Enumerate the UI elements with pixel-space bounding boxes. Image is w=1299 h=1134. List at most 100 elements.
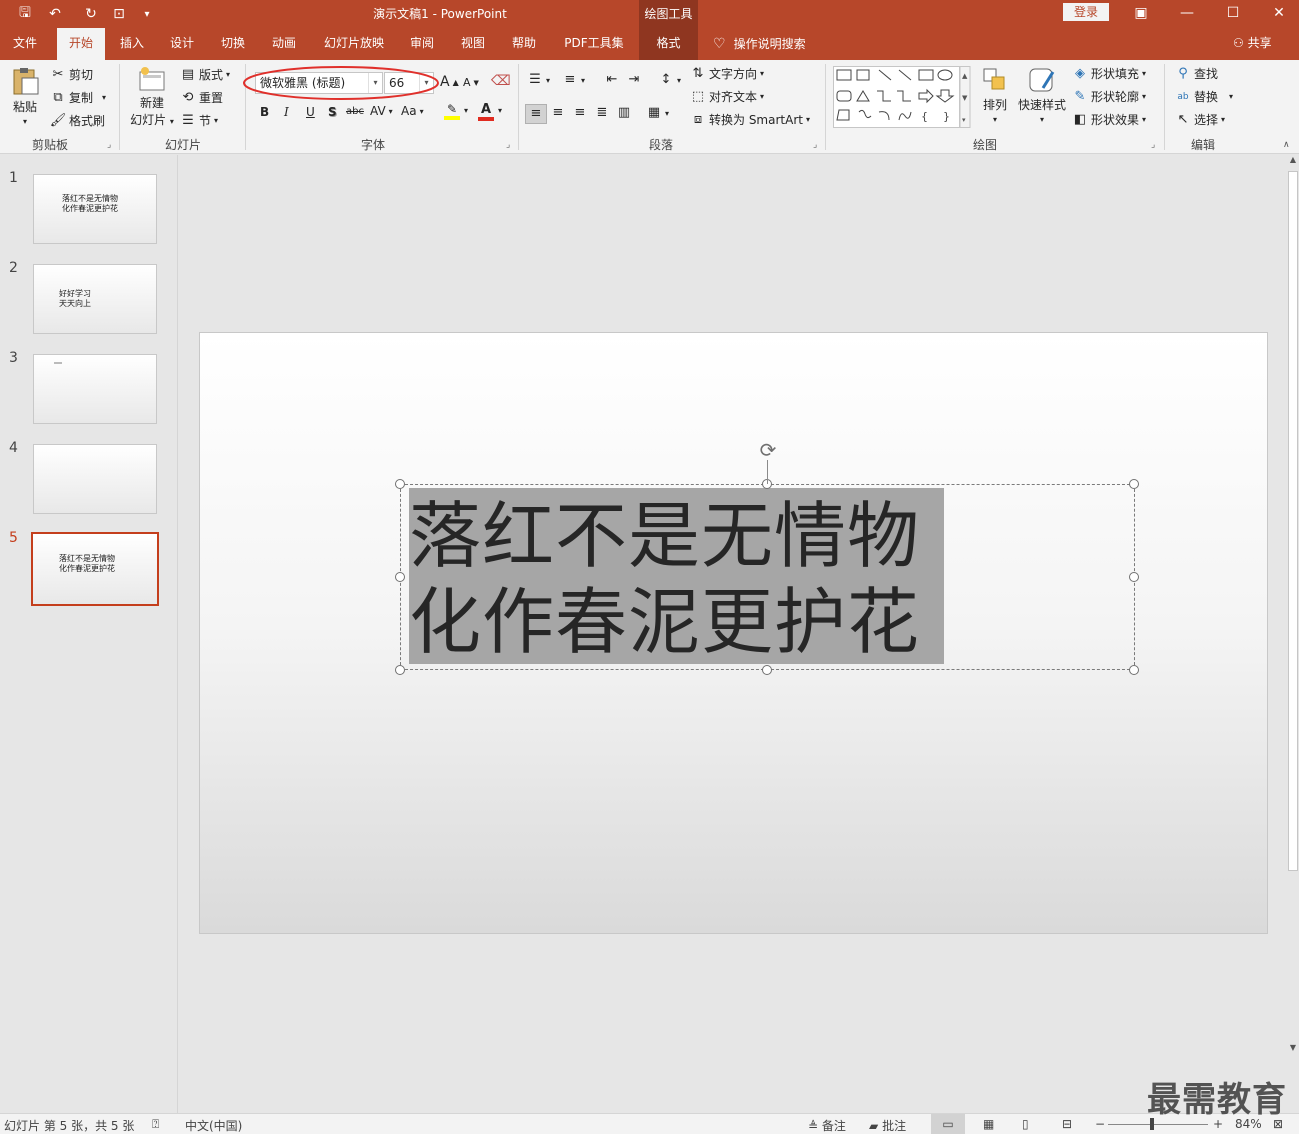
slide-text-line[interactable]: 化作春泥更护花 [409, 578, 920, 666]
format-painter-button[interactable]: 🖌 格式刷 [50, 112, 105, 129]
change-case-button[interactable]: Aa ▾ [401, 104, 424, 118]
arrange-button[interactable]: 排列 ▾ [978, 66, 1012, 124]
quick-styles-button[interactable]: 快速样式 ▾ [1016, 66, 1068, 124]
tab-insert[interactable]: 插入 [112, 28, 152, 60]
person-icon: ⚇ [1233, 36, 1244, 50]
layout-label: 版式 [199, 68, 224, 82]
tab-pdf-tools[interactable]: PDF工具集 [556, 28, 632, 60]
login-button[interactable]: 登录 [1063, 3, 1109, 21]
notes-button[interactable]: ≜ 备注 [808, 1117, 846, 1134]
new-slide-button[interactable]: 新建 幻灯片 ▾ [128, 66, 176, 128]
shrink-font-button[interactable]: A ▼ [463, 76, 479, 89]
align-text-button[interactable]: ⬚ 对齐文本 ▾ [690, 88, 764, 105]
shapes-gallery[interactable]: {} ▲ ▼ ▾ [833, 66, 971, 128]
resize-handle[interactable] [395, 479, 405, 489]
bold-button[interactable]: B [260, 105, 269, 119]
clipboard-launcher-icon[interactable]: ⌟ [107, 140, 111, 150]
resize-handle[interactable] [395, 572, 405, 582]
slide-thumbnail-5[interactable]: 落红不是无情物 化作春泥更护花 [31, 532, 159, 606]
underline-button[interactable]: U [306, 105, 315, 119]
tab-home[interactable]: 开始 [57, 28, 105, 60]
zoom-out-icon[interactable]: − [1095, 1117, 1105, 1131]
collapse-ribbon-icon[interactable]: ∧ [1283, 140, 1290, 150]
tab-format[interactable]: 格式 [639, 28, 698, 60]
tab-transitions[interactable]: 切换 [213, 28, 253, 60]
resize-handle[interactable] [1129, 665, 1139, 675]
tab-slideshow[interactable]: 幻灯片放映 [316, 28, 392, 60]
scroll-down-icon[interactable]: ▼ [1287, 1043, 1299, 1057]
comments-button[interactable]: ▰ 批注 [869, 1117, 906, 1134]
zoom-slider-track[interactable] [1108, 1124, 1208, 1125]
highlight-dropdown-icon[interactable]: ▾ [464, 106, 468, 115]
distributed-button[interactable]: ▥ [616, 105, 632, 121]
rotate-handle-icon[interactable]: ⟳ [756, 438, 780, 462]
copy-button[interactable]: ⧉ 复制 ▾ [50, 89, 106, 106]
grow-font-button[interactable]: A ▲ [440, 74, 459, 90]
decrease-indent-button[interactable]: ⇤ [604, 72, 620, 88]
slide-thumbnail-3[interactable] [33, 354, 157, 424]
slide-thumbnail-1[interactable]: 落红不是无情物 化作春泥更护花 [33, 174, 157, 244]
slide-thumbnail-2[interactable]: 好好学习 天天向上 [33, 264, 157, 334]
shape-effects-button[interactable]: ◧ 形状效果 ▾ [1072, 111, 1146, 128]
reset-button[interactable]: ⟲ 重置 [180, 89, 223, 106]
paste-button[interactable]: 粘贴 ▾ [8, 66, 42, 126]
normal-view-icon[interactable]: ▭ [931, 1114, 965, 1134]
resize-handle[interactable] [762, 665, 772, 675]
ribbon-display-options-icon[interactable]: ▣ [1118, 2, 1164, 24]
close-icon[interactable]: ✕ [1256, 2, 1299, 24]
character-spacing-button[interactable]: AV ▾ [370, 104, 393, 118]
resize-handle[interactable] [395, 665, 405, 675]
resize-handle[interactable] [1129, 479, 1139, 489]
minimize-icon[interactable]: — [1164, 2, 1210, 24]
scroll-up-icon[interactable]: ▲ [1287, 155, 1299, 169]
tell-me-search[interactable]: ♡ 操作说明搜索 [713, 28, 806, 60]
tab-view[interactable]: 视图 [453, 28, 493, 60]
select-button[interactable]: ↖ 选择 ▾ [1175, 111, 1225, 128]
reading-view-icon[interactable]: ▯ [1022, 1117, 1029, 1131]
vertical-scrollbar[interactable]: ▲ ▼ [1287, 155, 1299, 1113]
shape-fill-button[interactable]: ◈ 形状填充 ▾ [1072, 65, 1146, 82]
slide-thumbnail-4[interactable] [33, 444, 157, 514]
resize-handle[interactable] [1129, 572, 1139, 582]
increase-indent-button[interactable]: ⇥ [626, 72, 642, 88]
bullets-button[interactable]: ☰ ▾ [527, 72, 550, 88]
justify-button[interactable]: ≣ [594, 105, 610, 121]
convert-smartart-button[interactable]: ⧈ 转换为 SmartArt ▾ [690, 111, 810, 128]
tab-animations[interactable]: 动画 [264, 28, 304, 60]
slideshow-icon[interactable]: ⊟ [1062, 1117, 1072, 1131]
text-direction-button[interactable]: ⇅ 文字方向 ▾ [690, 65, 764, 82]
align-right-button[interactable]: ≡ [572, 105, 588, 121]
align-left-button[interactable]: ≡ [525, 104, 547, 124]
layout-button[interactable]: ▤ 版式 ▾ [180, 66, 230, 83]
share-button[interactable]: ⚇ 共享 [1233, 28, 1272, 60]
cut-button[interactable]: ✂ 剪切 [50, 66, 93, 83]
align-center-button[interactable]: ≡ [550, 105, 566, 121]
numbering-button[interactable]: ≡ ▾ [562, 72, 585, 88]
highlight-color-button[interactable]: ✎ [444, 102, 460, 120]
font-color-button[interactable]: A [478, 102, 494, 121]
font-launcher-icon[interactable]: ⌟ [506, 140, 510, 150]
spellcheck-icon[interactable]: ⍰ [152, 1117, 159, 1132]
tab-review[interactable]: 审阅 [402, 28, 442, 60]
slide-sorter-icon[interactable]: ▦ [983, 1117, 994, 1131]
strikethrough-button[interactable]: abc [346, 106, 364, 117]
slide-text-line[interactable]: 落红不是无情物 [409, 492, 920, 580]
replace-button[interactable]: ab 替换 ▾ [1175, 88, 1233, 105]
scroll-thumb[interactable] [1288, 171, 1298, 871]
font-color-dropdown-icon[interactable]: ▾ [498, 106, 502, 115]
shape-outline-button[interactable]: ✎ 形状轮廓 ▾ [1072, 88, 1146, 105]
italic-button[interactable]: I [284, 105, 289, 119]
language-status[interactable]: 中文(中国) [185, 1117, 242, 1134]
find-button[interactable]: ⚲ 查找 [1175, 65, 1218, 82]
tab-design[interactable]: 设计 [162, 28, 202, 60]
shadow-button[interactable]: S [328, 105, 337, 119]
tab-help[interactable]: 帮助 [504, 28, 544, 60]
paragraph-launcher-icon[interactable]: ⌟ [813, 140, 817, 150]
maximize-icon[interactable]: ☐ [1210, 2, 1256, 24]
drawing-launcher-icon[interactable]: ⌟ [1151, 140, 1155, 150]
line-spacing-button[interactable]: ↕ ▾ [658, 72, 681, 88]
columns-button[interactable]: ▦ ▾ [646, 105, 669, 121]
tab-file[interactable]: 文件 [4, 28, 46, 60]
section-button[interactable]: ☰ 节 ▾ [180, 112, 218, 129]
clear-formatting-icon[interactable]: ⌫ [491, 73, 511, 89]
